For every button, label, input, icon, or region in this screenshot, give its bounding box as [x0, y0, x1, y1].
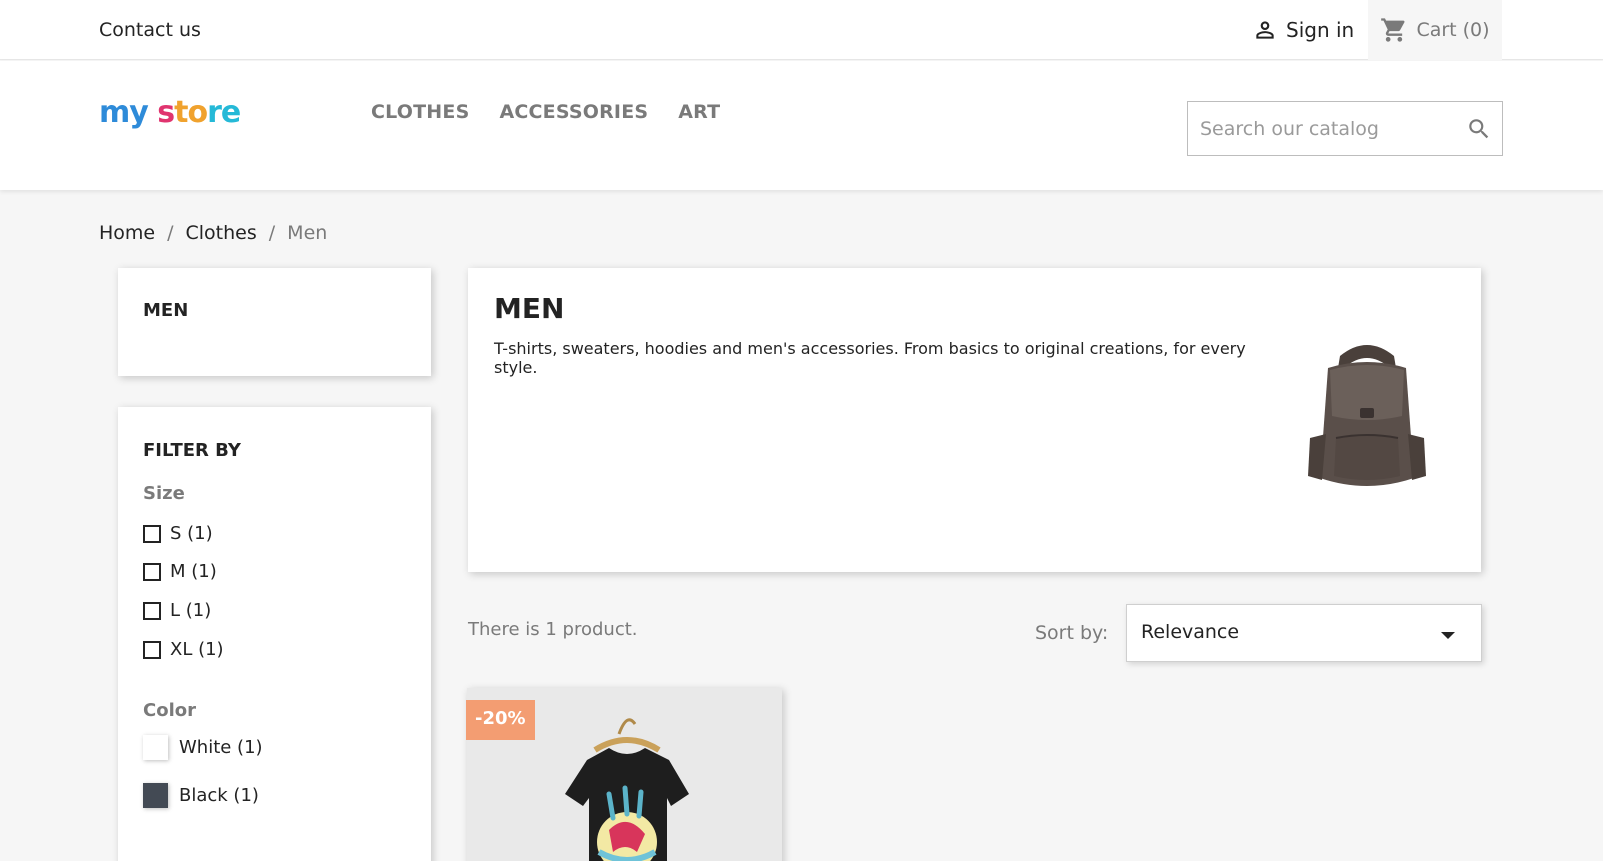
filter-panel: FILTER BY Size S (1) M (1) L (1) XL (1) … [118, 407, 431, 861]
filter-option-label: L (1) [170, 600, 212, 621]
breadcrumb-separator: / [167, 222, 174, 244]
shopping-cart-icon [1381, 18, 1405, 42]
user-icon [1256, 21, 1274, 39]
breadcrumb-home[interactable]: Home [99, 222, 155, 244]
color-swatch-black[interactable] [143, 783, 168, 808]
sort-dropdown[interactable]: Relevance [1126, 604, 1482, 662]
sign-in-label: Sign in [1286, 18, 1355, 42]
search-icon[interactable] [1466, 116, 1492, 142]
logo-text-2: s [157, 95, 175, 130]
category-header: MEN T-shirts, sweaters, hoodies and men'… [468, 268, 1481, 572]
category-tree-title[interactable]: MEN [143, 300, 188, 321]
discount-badge: -20% [466, 700, 535, 740]
search-box [1187, 101, 1503, 156]
sort-label: Sort by: [1035, 622, 1109, 644]
filter-option-label: XL (1) [170, 639, 224, 660]
backpack-image [1308, 345, 1426, 486]
checkbox[interactable] [143, 640, 161, 659]
checkbox[interactable] [143, 601, 161, 620]
checkbox[interactable] [143, 562, 161, 581]
sort-value: Relevance [1141, 621, 1240, 643]
filter-option-label: M (1) [170, 561, 217, 582]
logo-text-3: to [174, 95, 208, 130]
nav-clothes[interactable]: CLOTHES [371, 101, 469, 123]
filter-size-xl[interactable]: XL (1) [143, 639, 224, 660]
sign-in-link[interactable]: Sign in [1252, 17, 1354, 43]
tshirt-image [565, 718, 689, 861]
breadcrumb-current: Men [287, 222, 328, 244]
filter-size-s[interactable]: S (1) [143, 523, 213, 544]
filter-size-l[interactable]: L (1) [143, 600, 211, 621]
cart-button[interactable]: Cart (0) [1368, 0, 1502, 60]
filter-option-label: S (1) [170, 523, 213, 544]
search-input[interactable] [1200, 102, 1460, 155]
filter-option-label: White (1) [179, 737, 263, 758]
category-description: T-shirts, sweaters, hoodies and men's ac… [494, 339, 1246, 377]
category-tree-block: MEN [118, 268, 431, 376]
product-count: There is 1 product. [468, 619, 638, 640]
logo-text-4: re [207, 95, 241, 130]
checkbox[interactable] [143, 524, 161, 543]
filter-title: FILTER BY [143, 440, 241, 461]
filter-option-label: Black (1) [179, 785, 259, 806]
site-header: my store CLOTHES ACCESSORIES ART [0, 61, 1603, 190]
breadcrumb-clothes[interactable]: Clothes [186, 222, 257, 244]
caret-down-icon [1441, 632, 1455, 639]
contact-us-link[interactable]: Contact us [99, 19, 201, 41]
breadcrumb-separator: / [268, 222, 276, 244]
facet-color-title: Color [143, 700, 196, 721]
color-swatch-white[interactable] [143, 735, 168, 760]
breadcrumb: Home / Clothes / Men [99, 222, 327, 244]
filter-color-white[interactable]: White (1) [143, 735, 263, 760]
store-logo[interactable]: my store [99, 95, 241, 130]
facet-size-title: Size [143, 483, 185, 504]
category-title: MEN [494, 292, 565, 325]
main-nav: CLOTHES ACCESSORIES ART [371, 101, 720, 123]
nav-art[interactable]: ART [678, 101, 720, 123]
nav-accessories[interactable]: ACCESSORIES [499, 101, 648, 123]
filter-color-black[interactable]: Black (1) [143, 783, 259, 808]
top-bar: Contact us Sign in Cart (0) [0, 0, 1603, 60]
logo-text-1: my [99, 95, 149, 130]
filter-size-m[interactable]: M (1) [143, 561, 217, 582]
cart-label: Cart (0) [1416, 19, 1490, 41]
